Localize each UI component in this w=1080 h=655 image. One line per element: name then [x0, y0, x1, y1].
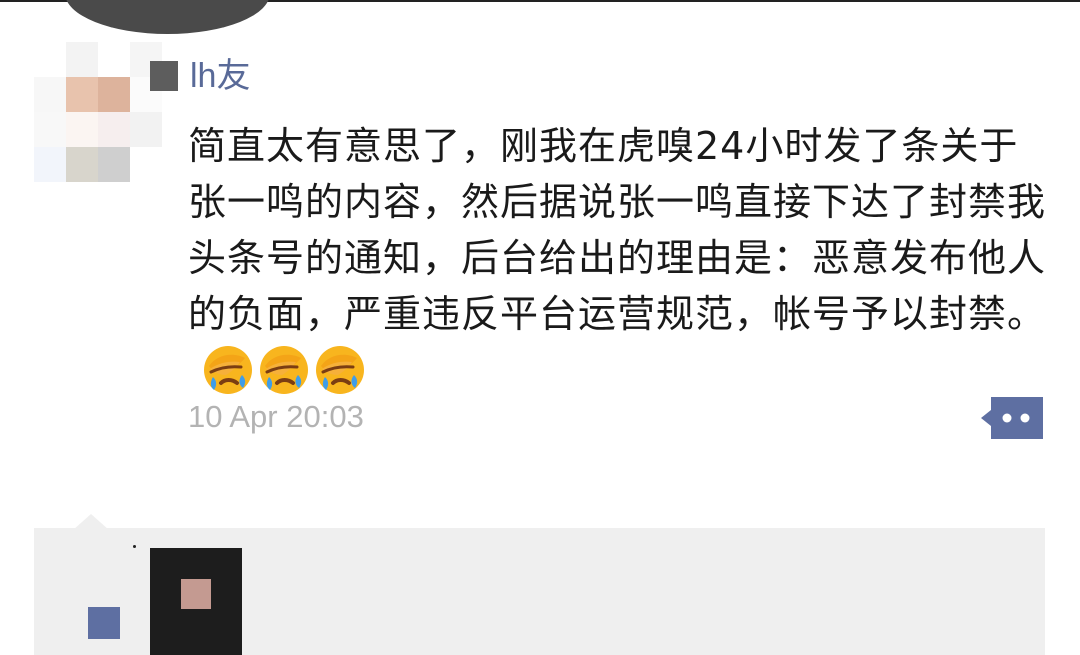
moments-post-screen: lh友 简直太有意思了，刚我在虎嗅24小时发了条关于张一鸣的内容，然后据说张一鸣… [0, 0, 1080, 655]
comment-more-icon[interactable] [979, 395, 1045, 441]
facepalm-icon [316, 345, 364, 394]
facepalm-icon [260, 345, 308, 394]
username-blur [150, 61, 178, 91]
post-text: 简直太有意思了，刚我在虎嗅24小时发了条关于张一鸣的内容，然后据说张一鸣直接下达… [188, 124, 1047, 336]
panel-artifact-dot [133, 545, 136, 548]
post-body: 简直太有意思了，刚我在虎嗅24小时发了条关于张一鸣的内容，然后据说张一鸣直接下达… [188, 118, 1048, 399]
facepalm-icon [204, 345, 252, 394]
emoji-row [202, 344, 366, 396]
author-name-text[interactable]: lh友 [190, 56, 250, 96]
author-avatar[interactable] [34, 42, 162, 182]
liker-avatar-face [181, 579, 211, 609]
author-name[interactable]: lh友 [150, 56, 250, 96]
post-timestamp: 10 Apr 20:03 [188, 399, 364, 434]
like-icon[interactable] [88, 607, 120, 639]
previous-avatar-fragment [65, 0, 270, 34]
